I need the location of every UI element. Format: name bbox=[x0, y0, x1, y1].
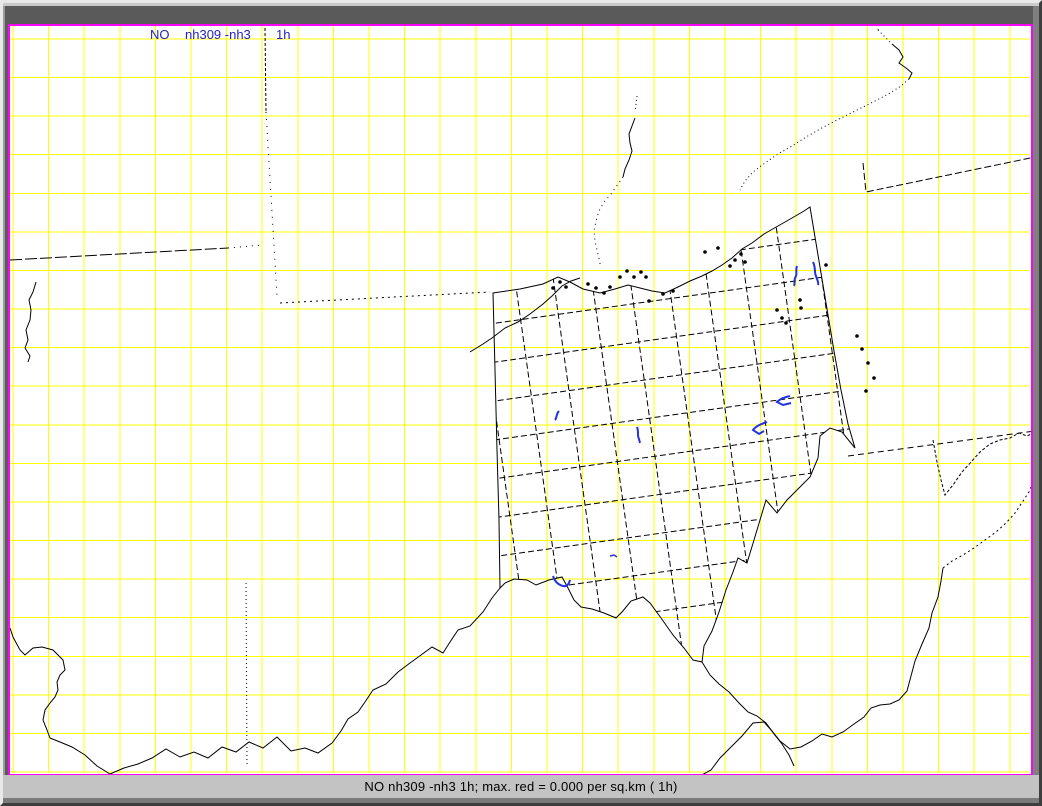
map-speck bbox=[644, 275, 648, 279]
status-bar-shadow bbox=[3, 798, 1039, 803]
map-viewport[interactable]: NO nh309 -nh3 1h bbox=[8, 24, 1033, 776]
lake-arrow-east bbox=[777, 396, 791, 405]
mi-in-border-dots bbox=[266, 112, 277, 296]
grid-line bbox=[474, 261, 532, 676]
map-speck bbox=[775, 308, 779, 312]
detroit-river bbox=[623, 118, 635, 177]
map-speck bbox=[639, 270, 643, 274]
grid-line bbox=[462, 348, 874, 406]
map-speck bbox=[799, 306, 803, 310]
map-speck bbox=[703, 250, 707, 254]
pave-window: NO nh309 -nh3 1h NO nh309 -nh3 1h; max. … bbox=[0, 0, 1042, 806]
mi-in-border-vertical bbox=[265, 28, 266, 112]
status-bar: NO nh309 -nh3 1h; max. red = 0.000 per s… bbox=[3, 775, 1039, 798]
grid-line bbox=[494, 576, 906, 634]
map-speck bbox=[739, 252, 743, 256]
grid-line bbox=[457, 310, 869, 368]
grid-line bbox=[473, 424, 885, 482]
overlay-species-label: NO bbox=[150, 27, 170, 42]
map-speck bbox=[608, 285, 612, 289]
status-text: NO nh309 -nh3 1h; max. red = 0.000 per s… bbox=[364, 779, 677, 794]
map-speck bbox=[855, 334, 859, 338]
lake-small-center-west bbox=[555, 411, 559, 420]
map-speck bbox=[558, 280, 562, 284]
map-speck bbox=[864, 389, 868, 393]
mi-in-border-horizontal bbox=[10, 248, 228, 260]
map-speck bbox=[661, 292, 665, 296]
map-speck bbox=[594, 286, 598, 290]
map-speck bbox=[728, 264, 732, 268]
map-speck bbox=[798, 298, 802, 302]
wv-river-meander bbox=[700, 568, 943, 774]
domain-grid bbox=[10, 26, 1030, 773]
erie-ne-shore bbox=[863, 156, 1031, 192]
lake-tiny-south bbox=[610, 555, 617, 557]
grid-line bbox=[478, 462, 890, 520]
detroit-river-dots bbox=[635, 96, 637, 112]
map-speck bbox=[618, 275, 622, 279]
map-speck bbox=[872, 376, 876, 380]
grid-line bbox=[662, 235, 720, 650]
wv-river-dotted-tail bbox=[943, 487, 1031, 568]
map-speck bbox=[824, 263, 828, 267]
ohio-county-mesh bbox=[442, 208, 912, 681]
map-speck bbox=[586, 282, 590, 286]
map-svg: NO nh309 -nh3 1h bbox=[10, 26, 1031, 774]
overlay-duration-label: 1h bbox=[276, 27, 290, 42]
pa-wv-border bbox=[848, 431, 1031, 456]
map-speck bbox=[860, 347, 864, 351]
map-speck bbox=[780, 316, 784, 320]
overlay-source-label: nh309 -nh3 bbox=[185, 27, 251, 42]
map-speck bbox=[647, 299, 651, 303]
grid-line bbox=[489, 538, 901, 596]
ontario-lake-wiggle bbox=[892, 44, 912, 79]
mi-in-border-horiz-dots bbox=[228, 245, 262, 248]
big-sandy-river bbox=[702, 662, 794, 766]
urban-specks bbox=[551, 246, 876, 393]
window-frame-right bbox=[1033, 6, 1039, 777]
title-overlay: NO nh309 -nh3 1h bbox=[150, 27, 290, 42]
ohio-river-kentucky bbox=[10, 588, 500, 774]
ontario-shore-dotted bbox=[740, 79, 909, 190]
grid-line bbox=[587, 245, 645, 660]
map-speck bbox=[564, 285, 568, 289]
map-speck bbox=[671, 289, 675, 293]
grid-line bbox=[549, 250, 607, 665]
map-speck bbox=[743, 260, 747, 264]
map-speck bbox=[632, 275, 636, 279]
maumee-river bbox=[470, 278, 580, 352]
ontario-river-dotted bbox=[878, 26, 892, 44]
indiana-river-wiggle bbox=[25, 282, 36, 362]
indiana-dotted-line bbox=[246, 583, 247, 766]
lake-alum-creek bbox=[637, 427, 640, 443]
map-speck bbox=[716, 246, 720, 250]
map-speck bbox=[733, 258, 737, 262]
lake-hook-southeast bbox=[753, 422, 767, 434]
state-county-boundaries bbox=[10, 26, 1031, 774]
grid-line bbox=[467, 386, 879, 444]
map-speck bbox=[625, 269, 629, 273]
map-speck bbox=[551, 286, 555, 290]
map-speck bbox=[602, 291, 606, 295]
map-speck bbox=[784, 321, 788, 325]
grid-line bbox=[775, 219, 833, 634]
map-speck bbox=[866, 361, 870, 365]
lake-pymatuning-east bbox=[813, 262, 818, 285]
grid-line bbox=[737, 224, 795, 639]
mi-oh-border-dashed bbox=[280, 292, 490, 303]
